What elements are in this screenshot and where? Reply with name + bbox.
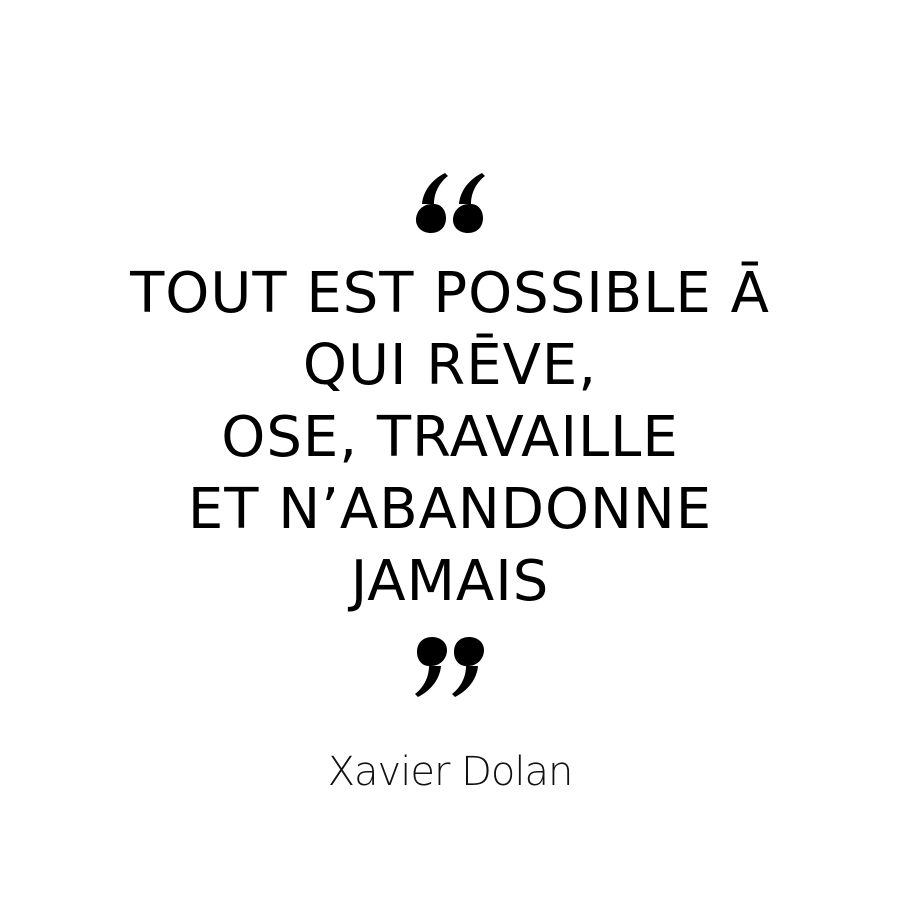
quote-line: OSE, TRAVAILLE [221, 405, 679, 470]
quote-line: JAMAIS [350, 549, 550, 614]
quote-text: TOUT EST POSSIBLE Ā QUI RĒVE, OSE, TRAVA… [0, 258, 900, 618]
opening-quote-mark-icon [414, 172, 486, 234]
quote-card: TOUT EST POSSIBLE Ā QUI RĒVE, OSE, TRAVA… [0, 0, 900, 900]
quote-line: QUI RĒVE, [302, 333, 598, 398]
quote-line: TOUT EST POSSIBLE Ā [130, 261, 770, 326]
quote-line: ET N’ABANDONNE [187, 477, 713, 542]
closing-quote-mark-icon [414, 636, 486, 698]
quote-author: Xavier Dolan [327, 749, 574, 795]
